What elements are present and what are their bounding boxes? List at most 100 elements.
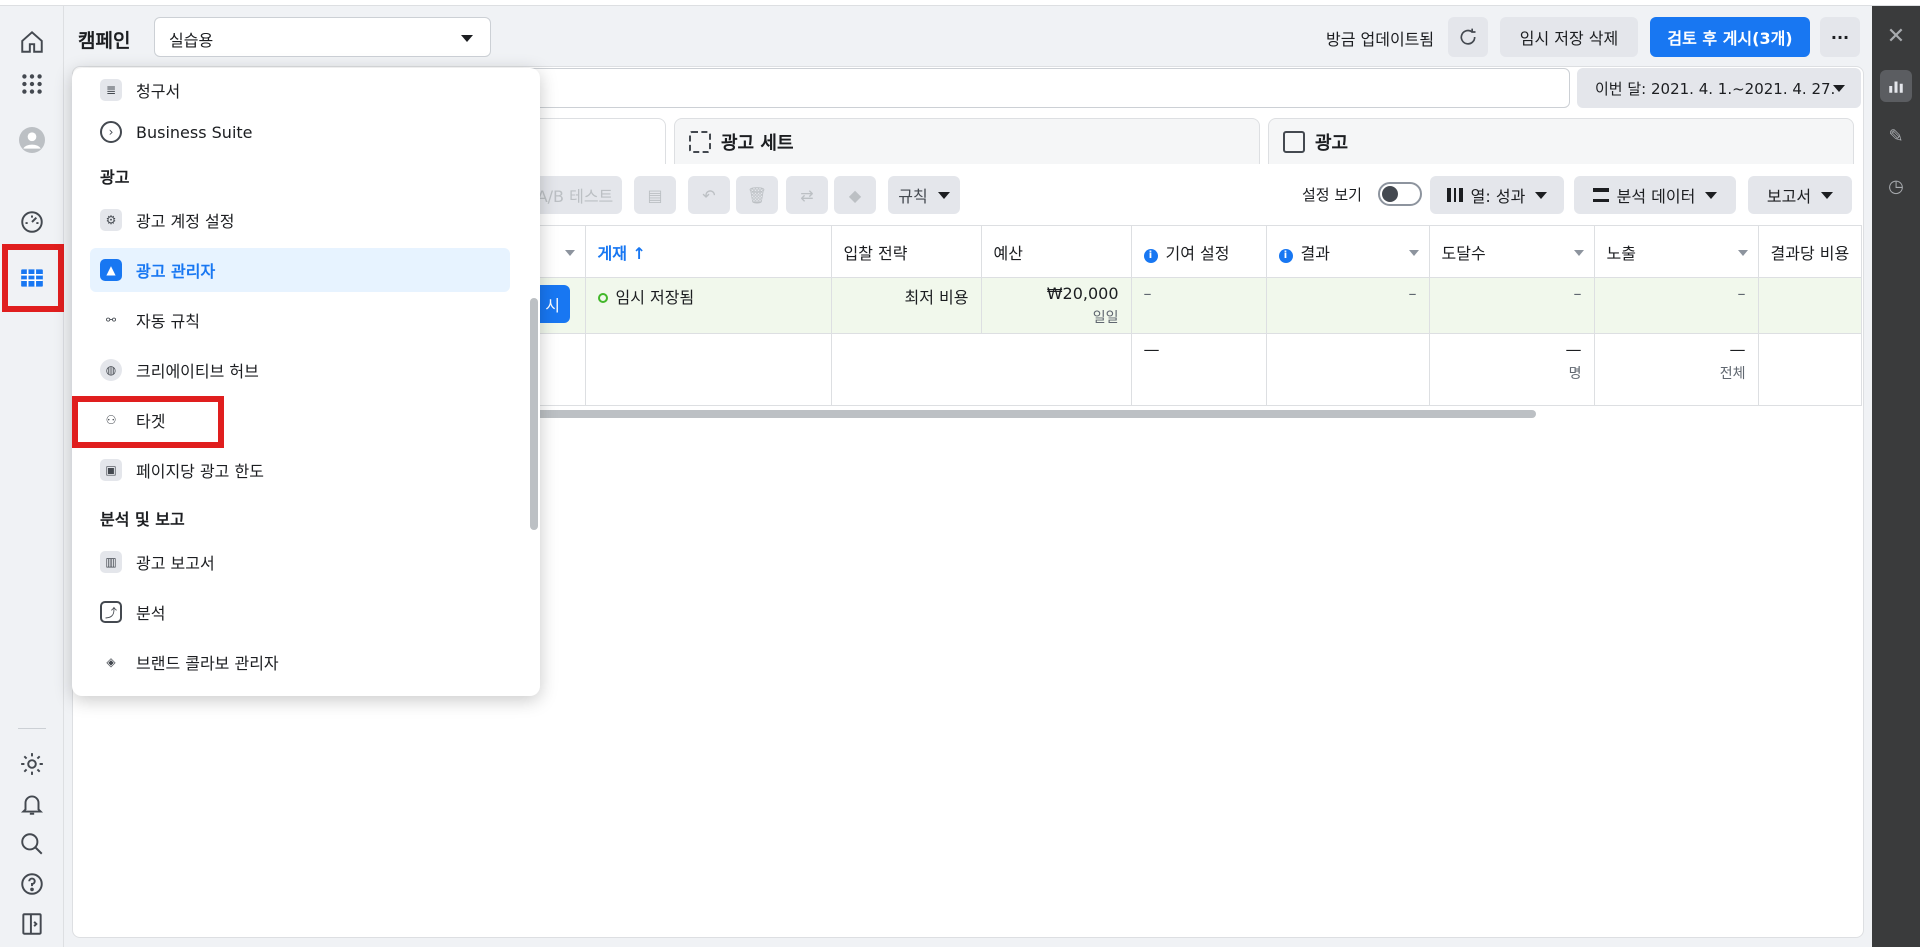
clipboard-icon[interactable]: ▤ — [634, 176, 676, 214]
trash-icon[interactable]: 🗑 — [736, 176, 778, 214]
summary-delivery — [585, 333, 832, 406]
table-header-row: 게재 ↑ 입찰 전략 예산 i 기여 설정 i 결과 도달수 노출 결과당 비용 — [440, 225, 1863, 278]
swap-icon[interactable]: ⇄ — [786, 176, 828, 214]
table-row[interactable]: 임시 저장됨 최저 비용 ₩20,000 일일 – – – – — [440, 277, 1863, 334]
page-title: 캠페인 — [78, 30, 131, 52]
breakdown-label: 분석 데이터 — [1616, 187, 1696, 206]
more-button[interactable]: ··· — [1820, 17, 1860, 57]
columns-button[interactable]: 열: 성과 — [1430, 176, 1564, 214]
apps-grid-icon[interactable] — [12, 64, 52, 104]
history-clock-icon[interactable]: ◷ — [1880, 170, 1912, 202]
attribution-label: 기여 설정 — [1165, 243, 1230, 263]
column-header-impressions[interactable]: 노출 — [1594, 225, 1759, 278]
reports-label: 보고서 — [1766, 187, 1812, 206]
campaign-select-value: 실습용 — [169, 31, 214, 50]
cell-budget[interactable]: ₩20,000 일일 — [981, 277, 1132, 334]
search-filter-input[interactable] — [470, 68, 1570, 108]
campaign-select[interactable]: 실습용 — [154, 17, 491, 57]
summary-impressions-unit: 전체 — [1719, 366, 1746, 382]
columns-icon — [1446, 188, 1463, 202]
chevron-down-icon — [564, 250, 575, 256]
discard-drafts-button[interactable]: 임시 저장 삭제 — [1500, 17, 1638, 57]
cell-delivery: 임시 저장됨 — [585, 277, 832, 334]
ad-sets-grid-icon — [689, 130, 711, 153]
date-range-button[interactable]: 이번 달: 2021. 4. 1.~2021. 4. 27. — [1577, 68, 1861, 108]
menu-item-ads-manager[interactable]: ▲ 광고 관리자 — [90, 248, 510, 292]
cell-cost-per-result — [1758, 277, 1863, 334]
menu-item-creative-hub[interactable]: ◍ 크리에이티브 허브 — [90, 348, 510, 392]
handshake-icon: ◈ — [100, 651, 122, 673]
menu-item-invoices[interactable]: ≣ 청구서 — [90, 68, 510, 112]
menu-item-label: 페이지당 광고 한도 — [136, 462, 264, 481]
tag-icon[interactable]: ◆ — [834, 176, 876, 214]
info-icon: i — [1143, 248, 1158, 263]
column-header-bid-strategy[interactable]: 입찰 전략 — [831, 225, 982, 278]
chevron-down-icon — [461, 35, 473, 42]
right-side-panel: ✕ ✎ ◷ — [1872, 6, 1920, 947]
cell-results: – — [1266, 277, 1430, 334]
refresh-button[interactable] — [1448, 17, 1488, 57]
menu-item-business-suite[interactable]: › Business Suite — [90, 110, 510, 154]
cell-bid: 최저 비용 — [831, 277, 982, 334]
column-header-budget[interactable]: 예산 — [981, 225, 1132, 278]
menu-item-ad-account-settings[interactable]: ⚙ 광고 계정 설정 — [90, 198, 510, 242]
highlight-ads-manager-icon — [2, 244, 64, 312]
view-setup-label: 설정 보기 — [1302, 186, 1362, 204]
menu-item-label: 광고 보고서 — [136, 554, 215, 573]
breakdown-icon — [1592, 188, 1609, 202]
avatar[interactable] — [12, 120, 52, 160]
menu-item-ads-reporting[interactable]: ▥ 광고 보고서 — [90, 540, 510, 584]
home-icon[interactable] — [12, 22, 52, 62]
column-header-results[interactable]: i 결과 — [1266, 225, 1430, 278]
menu-item-label: 브랜드 콜라보 관리자 — [136, 654, 279, 673]
undo-icon[interactable]: ↶ — [688, 176, 730, 214]
menu-item-label: 광고 관리자 — [136, 262, 216, 281]
menu-item-automated-rules[interactable]: ⚯ 자동 규칙 — [90, 298, 510, 342]
menu-section-analytics: 분석 및 보고 — [100, 510, 185, 529]
view-setup-toggle[interactable] — [1378, 182, 1422, 206]
chevron-down-icon — [937, 191, 950, 199]
table-summary-row: — — 명 — 전체 — [440, 333, 1863, 406]
results-label: 결과 — [1300, 243, 1330, 263]
chevron-down-icon — [1833, 85, 1845, 92]
chevron-down-icon — [1573, 250, 1584, 256]
campaign-table: 게재 ↑ 입찰 전략 예산 i 기여 설정 i 결과 도달수 노출 결과당 비용 임… — [440, 225, 1863, 406]
close-icon[interactable]: ✕ — [1880, 20, 1912, 52]
summary-reach-value: — — [1565, 340, 1582, 359]
breakdown-button[interactable]: 분석 데이터 — [1574, 176, 1736, 214]
search-icon[interactable] — [12, 824, 52, 864]
settings-gear-icon[interactable] — [12, 744, 52, 784]
summary-impressions-value: — — [1729, 340, 1746, 359]
menu-scrollbar[interactable] — [530, 298, 538, 530]
column-header-reach[interactable]: 도달수 — [1429, 225, 1595, 278]
menu-item-brand-collabs-manager[interactable]: ◈ 브랜드 콜라보 관리자 — [90, 640, 510, 684]
sidebar-toggle-icon[interactable] — [12, 904, 52, 944]
dashboard-gauge-icon[interactable] — [12, 202, 52, 242]
menu-item-label: 자동 규칙 — [136, 312, 200, 331]
impressions-label: 노출 — [1606, 243, 1636, 263]
horizontal-scrollbar[interactable] — [470, 410, 1536, 418]
bell-icon[interactable] — [12, 784, 52, 824]
tab-ads-label: 광고 — [1315, 132, 1349, 154]
page-limit-icon: ▣ — [100, 459, 122, 481]
rules-button[interactable]: 규칙 — [888, 176, 960, 214]
column-header-delivery[interactable]: 게재 ↑ — [585, 225, 832, 278]
edit-pencil-icon[interactable]: ✎ — [1880, 120, 1912, 152]
left-navigation — [0, 6, 64, 947]
column-header-cost-per-result[interactable]: 결과당 비용 — [1758, 225, 1863, 278]
summary-reach-unit: 명 — [1568, 366, 1582, 382]
summary-cost — [1758, 333, 1863, 406]
tab-ad-sets-label: 광고 세트 — [721, 132, 794, 154]
help-icon[interactable] — [12, 864, 52, 904]
tab-ad-sets[interactable]: 광고 세트 — [674, 118, 1260, 164]
review-publish-button[interactable]: 검토 후 게시(3개) — [1650, 17, 1810, 57]
tab-ads[interactable]: 광고 — [1268, 118, 1854, 164]
column-header-attribution[interactable]: i 기여 설정 — [1131, 225, 1267, 278]
budget-type: 일일 — [1092, 310, 1119, 326]
reports-button[interactable]: 보고서 — [1748, 176, 1852, 214]
ab-test-button[interactable]: A/B 테스트 — [528, 176, 622, 214]
nav-divider — [18, 728, 46, 729]
menu-item-analytics[interactable]: ⤴ 분석 — [90, 590, 510, 634]
chart-icon[interactable] — [1880, 70, 1912, 102]
menu-item-ad-limits-per-page[interactable]: ▣ 페이지당 광고 한도 — [90, 448, 510, 492]
